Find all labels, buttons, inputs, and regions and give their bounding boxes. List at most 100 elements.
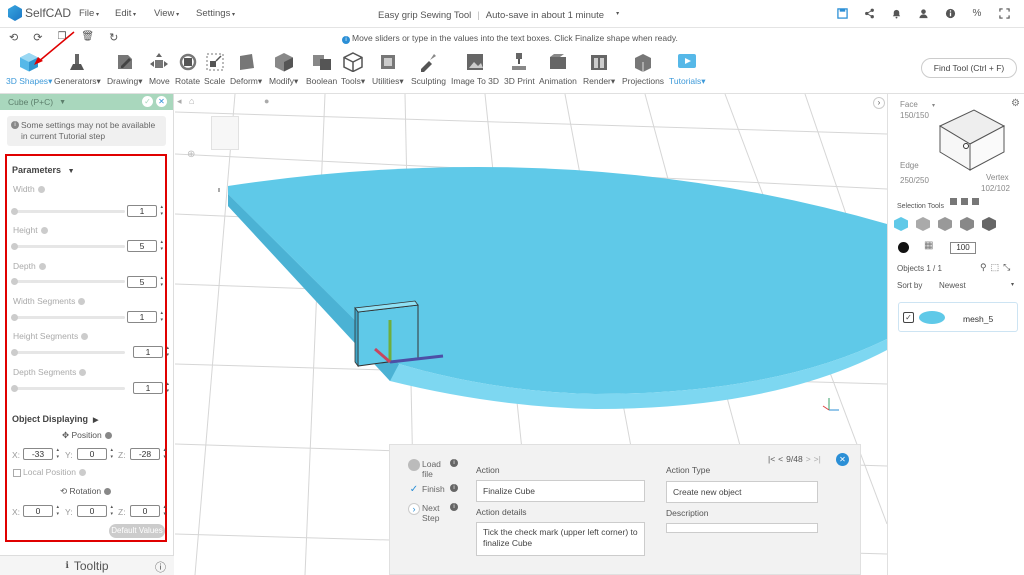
mesh-object[interactable] [228,166,887,409]
light-icon[interactable]: ● [264,96,269,106]
finalize-check-icon[interactable]: ✓ [142,96,153,107]
sel-mini-icon-1[interactable] [950,198,957,205]
share-icon[interactable] [863,7,875,19]
undo-icon[interactable]: ⟲ [9,31,18,44]
tool-projections[interactable]: Projections [622,52,664,86]
pattern-icon[interactable]: ▦ [924,240,933,251]
secondary-bar: ⟲ ⟳ ❐ 🗑 ↻ i Move sliders or type in the v… [0,28,1024,48]
tooltip-help-icon[interactable]: ⓘ [155,559,166,575]
height-slider[interactable] [11,243,125,250]
rotation-y-input[interactable]: 0 [77,504,113,518]
position-y-input[interactable]: 0 [77,447,113,461]
height-segments-input[interactable]: 1 [133,345,169,359]
default-values-button[interactable]: Default Values [109,524,165,538]
width-segments-slider[interactable] [11,314,125,321]
vertex-label[interactable]: Vertex [986,173,1009,182]
width-input[interactable]: 1 [127,204,163,218]
viewport-collapse-icon[interactable]: ◂ [177,96,182,107]
position-x-input[interactable]: -33 [23,447,59,461]
first-step-icon[interactable]: |< [768,454,775,464]
tool-animation[interactable]: Animation [539,52,577,86]
tool-utilities[interactable]: Utilities▾ [372,52,404,87]
parameters-heading[interactable]: Parameters ▼ [12,165,75,175]
units-percent-icon[interactable]: % [971,7,983,19]
width-segments-input[interactable]: 1 [127,310,163,324]
selfcad-logo[interactable]: SelfCAD [8,5,71,21]
tool-3d-print[interactable]: 3D Print [504,52,535,86]
select-edge-icon[interactable] [938,217,952,231]
tool-rotate[interactable]: Rotate [175,52,200,86]
menu-view[interactable]: View ▾ [154,8,179,19]
position-z-input[interactable]: -28 [130,447,166,461]
settings-gear-icon[interactable]: ⚙ [1011,98,1020,109]
tool-tutorials[interactable]: Tutorials▾ [669,52,706,87]
tool-modify[interactable]: Modify▾ [269,52,298,87]
width-slider[interactable] [11,208,125,215]
height-segments-slider[interactable] [11,349,125,356]
menu-file[interactable]: File ▾ [79,8,99,19]
select-vertex-icon[interactable] [960,217,974,231]
rotation-z-input[interactable]: 0 [130,504,166,518]
tool-move[interactable]: Move [149,52,170,86]
camera-target-icon[interactable]: ⊕ [187,149,195,160]
view-cube-small[interactable] [211,116,239,150]
menu-edit[interactable]: Edit ▾ [115,8,136,19]
tool-sculpting[interactable]: Sculpting [411,52,446,86]
autosave-dropdown-icon[interactable]: ▾ [616,10,619,21]
collapse-panel-icon[interactable]: ▼ [59,99,66,106]
height-input[interactable]: 5 [127,239,163,253]
user-icon[interactable] [917,7,929,19]
collapse-list-icon[interactable]: ⤡ [1003,262,1010,273]
selection-view-cube[interactable] [934,106,1010,174]
sel-mini-icon-3[interactable] [972,198,979,205]
brush-color-icon[interactable] [898,242,909,253]
sort-dropdown[interactable]: Newest ▾ [939,281,1014,290]
rotation-x-input[interactable]: 0 [23,504,59,518]
object-list-item[interactable]: ✓ mesh_5 [898,302,1018,332]
search-objects-icon[interactable]: ⚲ [980,262,987,273]
menu-settings[interactable]: Settings ▾ [196,8,235,19]
tool-drawing[interactable]: Drawing▾ [107,52,142,87]
notification-bell-icon[interactable] [890,7,902,19]
close-panel-icon[interactable]: ✕ [156,96,167,107]
tool-tools[interactable]: Tools▾ [341,52,365,87]
next-step-icon[interactable]: > [806,454,811,464]
tool-deform[interactable]: Deform▾ [230,52,262,87]
tooltip-toggle[interactable]: ℹ Tooltip ⓘ [0,555,174,575]
local-position-checkbox[interactable]: Local Position [13,467,86,477]
opacity-input[interactable]: 100 [950,242,976,254]
select-object-icon[interactable] [894,217,908,231]
depth-segments-input[interactable]: 1 [133,381,169,395]
info-icon[interactable] [944,7,956,19]
expand-right-panel-icon[interactable]: › [873,97,885,109]
tool-render[interactable]: Render▾ [583,52,615,87]
select-solid-icon[interactable] [982,217,996,231]
cube-object[interactable] [354,300,419,368]
project-name[interactable]: Easy grip Sewing Tool [378,10,471,21]
prev-step-icon[interactable]: < [778,454,783,464]
tool-boolean[interactable]: Boolean [306,52,337,86]
last-step-icon[interactable]: >| [814,454,821,464]
select-face-icon[interactable] [916,217,930,231]
fullscreen-icon[interactable] [998,7,1010,19]
close-tutorial-icon[interactable]: ✕ [836,453,849,466]
action-type-label: Action Type [666,465,711,475]
hint-info-icon: i [342,36,350,44]
object-displaying-heading[interactable]: Object Displaying ▶ [12,414,98,424]
save-icon[interactable] [836,7,848,19]
depth-slider[interactable] [11,278,125,285]
tool-scale[interactable]: Scale [204,52,225,86]
edge-label[interactable]: Edge [900,161,919,170]
object-name[interactable]: mesh_5 [963,314,993,324]
select-all-icon[interactable]: ⬚ [991,262,1000,273]
sel-mini-icon-2[interactable] [961,198,968,205]
find-tool-button[interactable]: Find Tool (Ctrl + F) [921,58,1017,78]
object-visible-checkbox[interactable]: ✓ [903,312,914,323]
delete-icon[interactable]: 🗑 [81,31,94,44]
depth-segments-slider[interactable] [11,385,125,392]
face-label[interactable]: Face ▾ [900,100,935,109]
refresh-icon[interactable]: ↻ [109,31,118,44]
tool-image-to-3d[interactable]: Image To 3D [451,52,499,86]
depth-input[interactable]: 5 [127,275,163,289]
home-view-icon[interactable]: ⌂ [189,96,194,106]
